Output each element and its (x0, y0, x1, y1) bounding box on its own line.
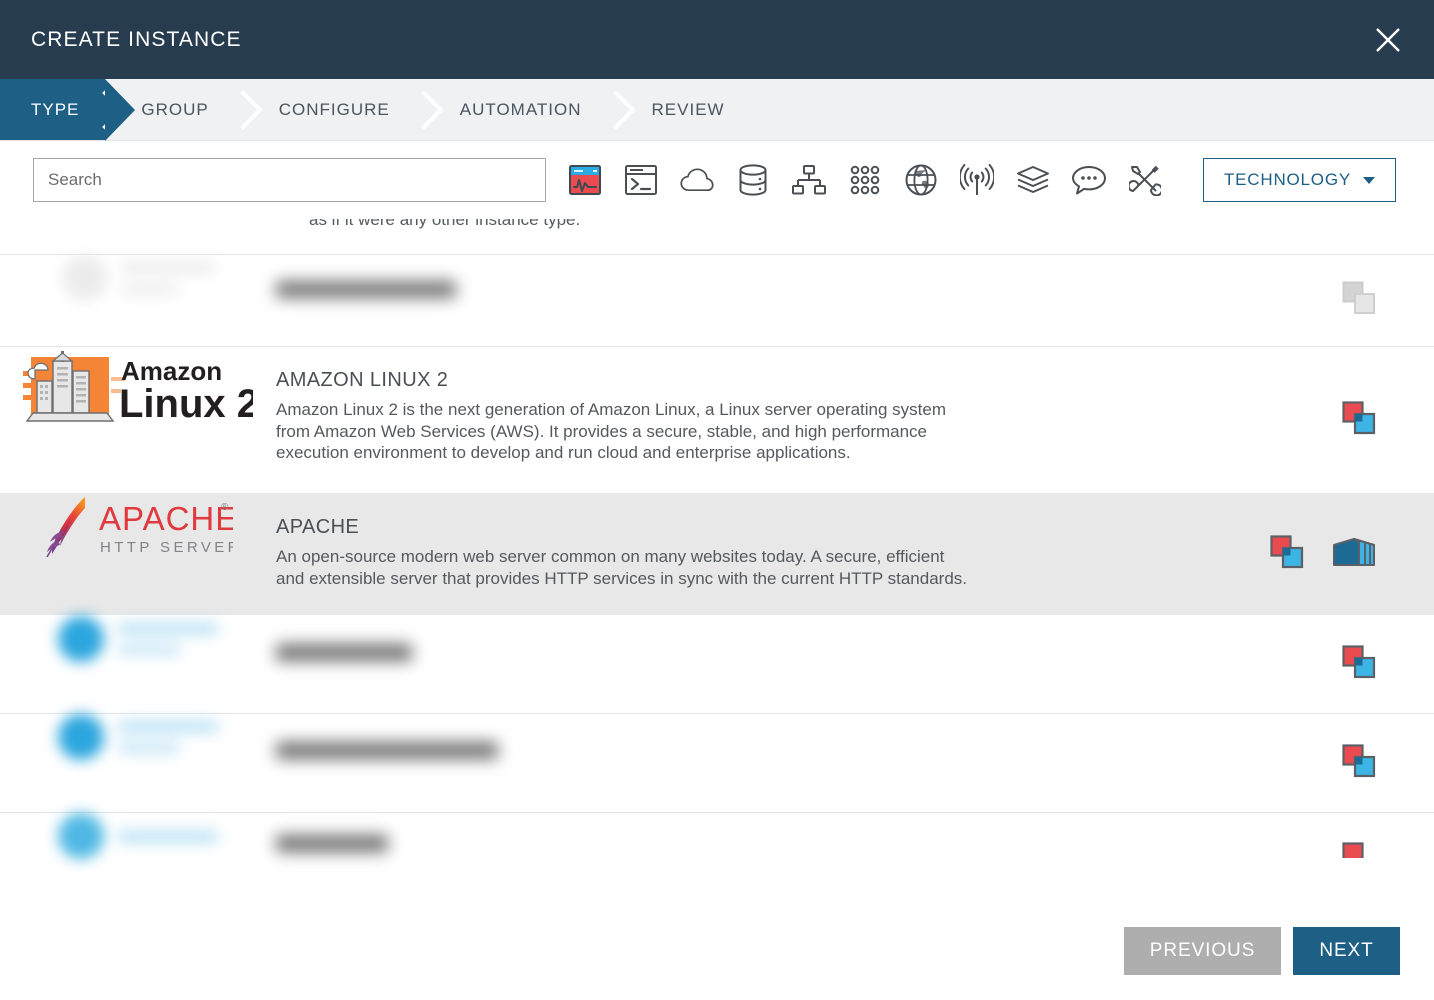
technology-filter-label: TECHNOLOGY (1224, 170, 1351, 190)
table-row[interactable] (0, 812, 1434, 892)
stacked-squares-icon[interactable] (1342, 281, 1376, 320)
broadcast-icon[interactable] (960, 163, 994, 197)
page-title: CREATE INSTANCE (31, 28, 242, 52)
row-body (276, 714, 1234, 781)
row-actions (1234, 281, 1434, 320)
network-topology-icon[interactable] (792, 163, 826, 197)
row-title (276, 644, 1224, 661)
step-label: CONFIGURE (279, 100, 390, 120)
row-actions (1234, 744, 1434, 783)
wizard-footer: PREVIOUS NEXT (0, 901, 1434, 1000)
chat-bubble-icon[interactable] (1072, 163, 1106, 197)
row-logo (0, 813, 276, 859)
svg-text:®: ® (221, 502, 229, 513)
row-body: APACHE An open-source modern web server … (276, 494, 1234, 611)
step-label: AUTOMATION (460, 100, 582, 120)
terminal-icon[interactable] (624, 163, 658, 197)
wizard-stepper: TYPE GROUP CONFIGURE AUTOMATION REVIEW (0, 79, 1434, 141)
step-label: REVIEW (652, 100, 725, 120)
red-bar-icon[interactable] (1342, 842, 1376, 863)
cloud-icon[interactable] (680, 163, 714, 197)
step-label: GROUP (141, 100, 208, 120)
svg-text:APACHE: APACHE (99, 500, 233, 537)
row-actions (1234, 401, 1434, 440)
search-input[interactable] (33, 158, 546, 202)
table-row[interactable] (0, 254, 1434, 346)
step-configure[interactable]: CONFIGURE (243, 79, 424, 140)
table-row[interactable] (0, 713, 1434, 812)
step-review[interactable]: REVIEW (616, 79, 759, 140)
svg-text:Linux 2: Linux 2 (119, 382, 253, 426)
row-title: APACHE (276, 516, 1224, 539)
instance-type-list[interactable]: as if it were any other instance type. (0, 219, 1434, 901)
row-actions (1234, 842, 1434, 863)
container-icon[interactable] (1332, 536, 1376, 573)
row-title (276, 281, 1224, 298)
next-button[interactable]: NEXT (1293, 927, 1400, 975)
previous-button[interactable]: PREVIOUS (1124, 927, 1281, 975)
apache-http-server-logo: APACHE ® HTTP SERVER (0, 494, 276, 560)
clipped-description-text: as if it were any other instance type. (309, 219, 580, 230)
row-description: An open-source modern web server common … (276, 546, 976, 589)
row-logo (0, 616, 276, 662)
search-wrapper (33, 158, 546, 202)
chevron-down-icon (1363, 177, 1375, 184)
technology-filter-button[interactable]: TECHNOLOGY (1203, 158, 1396, 202)
row-description: Amazon Linux 2 is the next generation of… (276, 399, 976, 464)
row-title (276, 742, 1224, 759)
step-automation[interactable]: AUTOMATION (424, 79, 616, 140)
row-title: AMAZON LINUX 2 (276, 369, 1224, 392)
stacked-squares-icon[interactable] (1342, 744, 1376, 783)
grid-dots-icon[interactable] (848, 163, 882, 197)
database-icon[interactable] (736, 163, 770, 197)
stacked-squares-icon[interactable] (1342, 401, 1376, 440)
table-row[interactable]: APACHE ® HTTP SERVER APACHE An open-sour… (0, 493, 1434, 615)
amazon-linux-2-logo: Amazon Linux 2 (0, 347, 276, 427)
filter-toolbar: TECHNOLOGY (0, 141, 1434, 219)
globe-icon[interactable] (904, 163, 938, 197)
row-actions (1234, 535, 1434, 574)
row-logo (0, 255, 276, 301)
table-row[interactable]: Amazon Linux 2 AMAZON LINUX 2 Amazon Lin… (0, 346, 1434, 493)
row-actions (1234, 645, 1434, 684)
row-body (276, 616, 1234, 683)
layers-icon[interactable] (1016, 163, 1050, 197)
category-icon-row (568, 163, 1162, 197)
row-logo (0, 714, 276, 760)
close-icon[interactable] (1368, 20, 1408, 60)
row-body (276, 813, 1234, 874)
window-titlebar: CREATE INSTANCE (0, 0, 1434, 79)
table-row[interactable] (0, 615, 1434, 713)
tools-icon[interactable] (1128, 163, 1162, 197)
monitoring-icon[interactable] (568, 163, 602, 197)
row-title (276, 835, 1224, 852)
stacked-squares-icon[interactable] (1270, 535, 1304, 574)
svg-text:HTTP SERVER: HTTP SERVER (100, 539, 233, 556)
step-label: TYPE (31, 100, 79, 120)
row-body: AMAZON LINUX 2 Amazon Linux 2 is the nex… (276, 347, 1234, 486)
row-body (276, 255, 1234, 320)
stacked-squares-icon[interactable] (1342, 645, 1376, 684)
